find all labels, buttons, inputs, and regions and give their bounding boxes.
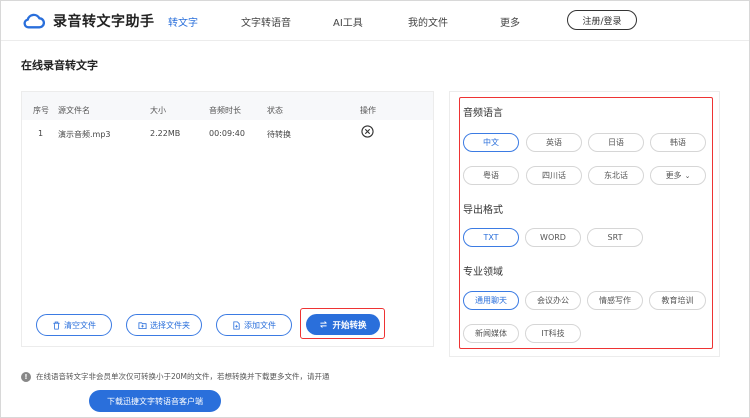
folder-icon [138,321,147,329]
add-file-button[interactable]: 添加文件 [216,314,292,336]
chevron-down-icon: ⌄ [684,171,691,180]
login-button[interactable]: 注册/登录 [567,10,637,30]
col-header-action: 操作 [360,106,376,115]
col-header-duration: 音频时长 [209,106,241,115]
option-domain-chat[interactable]: 通用聊天 [463,291,519,310]
notice-bar: ! 在线语音转文字非会员单次仅可转换小于20M的文件，若想转换并下载更多文件，请… [21,371,330,382]
option-language-en[interactable]: 英语 [526,133,582,152]
option-domain-it[interactable]: IT科技 [525,324,581,343]
col-header-name: 源文件名 [58,106,90,115]
page-title: 在线录音转文字 [21,59,98,72]
nav-item-more[interactable]: 更多 [500,14,520,29]
option-format-word[interactable]: WORD [525,228,581,247]
option-language-ja[interactable]: 日语 [588,133,644,152]
download-client-button[interactable]: 下载迅捷文字转语音客户端 [89,390,221,412]
cloud-logo-icon [23,13,45,29]
option-language-cantonese[interactable]: 粤语 [463,166,519,185]
option-language-dongbei[interactable]: 东北话 [588,166,644,185]
nav-item-transcribe[interactable]: 转文字 [168,14,198,29]
section-title-language: 音频语言 [463,108,503,119]
close-circle-icon[interactable] [361,125,374,138]
col-header-index: 序号 [33,106,49,115]
section-title-domain: 专业领域 [463,267,503,278]
top-header: 录音转文字助手 转文字 文字转语音 AI工具 我的文件 更多 注册/登录 [1,1,749,41]
convert-icon [320,321,328,328]
table-header: 序号 源文件名 大小 音频时长 状态 操作 [22,92,433,120]
row-file-name: 演示音频.mp3 [58,130,111,139]
option-language-more[interactable]: 更多 ⌄ [650,166,706,185]
row-index: 1 [38,129,44,138]
start-convert-button[interactable]: 开始转换 [306,314,380,335]
clear-files-label: 清空文件 [64,320,96,330]
info-icon: ! [21,371,31,382]
file-panel: 序号 源文件名 大小 音频时长 状态 操作 1 演示音频.mp3 2.22MB … [21,91,434,347]
row-duration: 00:09:40 [209,129,245,138]
add-file-label: 添加文件 [244,320,276,330]
row-file-size: 2.22MB [150,129,181,138]
option-language-more-label: 更多 [665,171,682,180]
col-header-size: 大小 [150,106,166,115]
select-folder-label: 选择文件夹 [150,320,190,330]
option-language-sichuan[interactable]: 四川话 [526,166,582,185]
app-page: 录音转文字助手 转文字 文字转语音 AI工具 我的文件 更多 注册/登录 在线录… [0,0,750,418]
brand-logo[interactable]: 录音转文字助手 [23,11,155,31]
section-title-format: 导出格式 [463,205,503,216]
option-language-ko[interactable]: 韩语 [650,133,706,152]
brand-name: 录音转文字助手 [53,14,155,30]
nav-item-my-files[interactable]: 我的文件 [408,14,448,29]
add-file-icon [233,320,240,330]
nav-item-tts[interactable]: 文字转语音 [241,14,291,29]
clear-files-button[interactable]: 清空文件 [36,314,112,336]
start-convert-label: 开始转换 [332,320,367,331]
option-domain-writing[interactable]: 情感写作 [587,291,643,310]
option-format-txt[interactable]: TXT [463,228,519,247]
select-folder-button[interactable]: 选择文件夹 [126,314,202,336]
option-format-srt[interactable]: SRT [587,228,643,247]
option-domain-meeting[interactable]: 会议办公 [525,291,581,310]
col-header-status: 状态 [267,106,283,115]
option-domain-education[interactable]: 教育培训 [649,291,706,310]
nav-item-ai-tools[interactable]: AI工具 [333,14,363,29]
trash-icon [53,321,60,330]
option-domain-news[interactable]: 新闻媒体 [463,324,519,343]
notice-text: 在线语音转文字非会员单次仅可转换小于20M的文件，若想转换并下载更多文件，请开通 [36,372,330,381]
row-status: 待转换 [267,130,291,139]
option-language-zh[interactable]: 中文 [463,133,519,152]
